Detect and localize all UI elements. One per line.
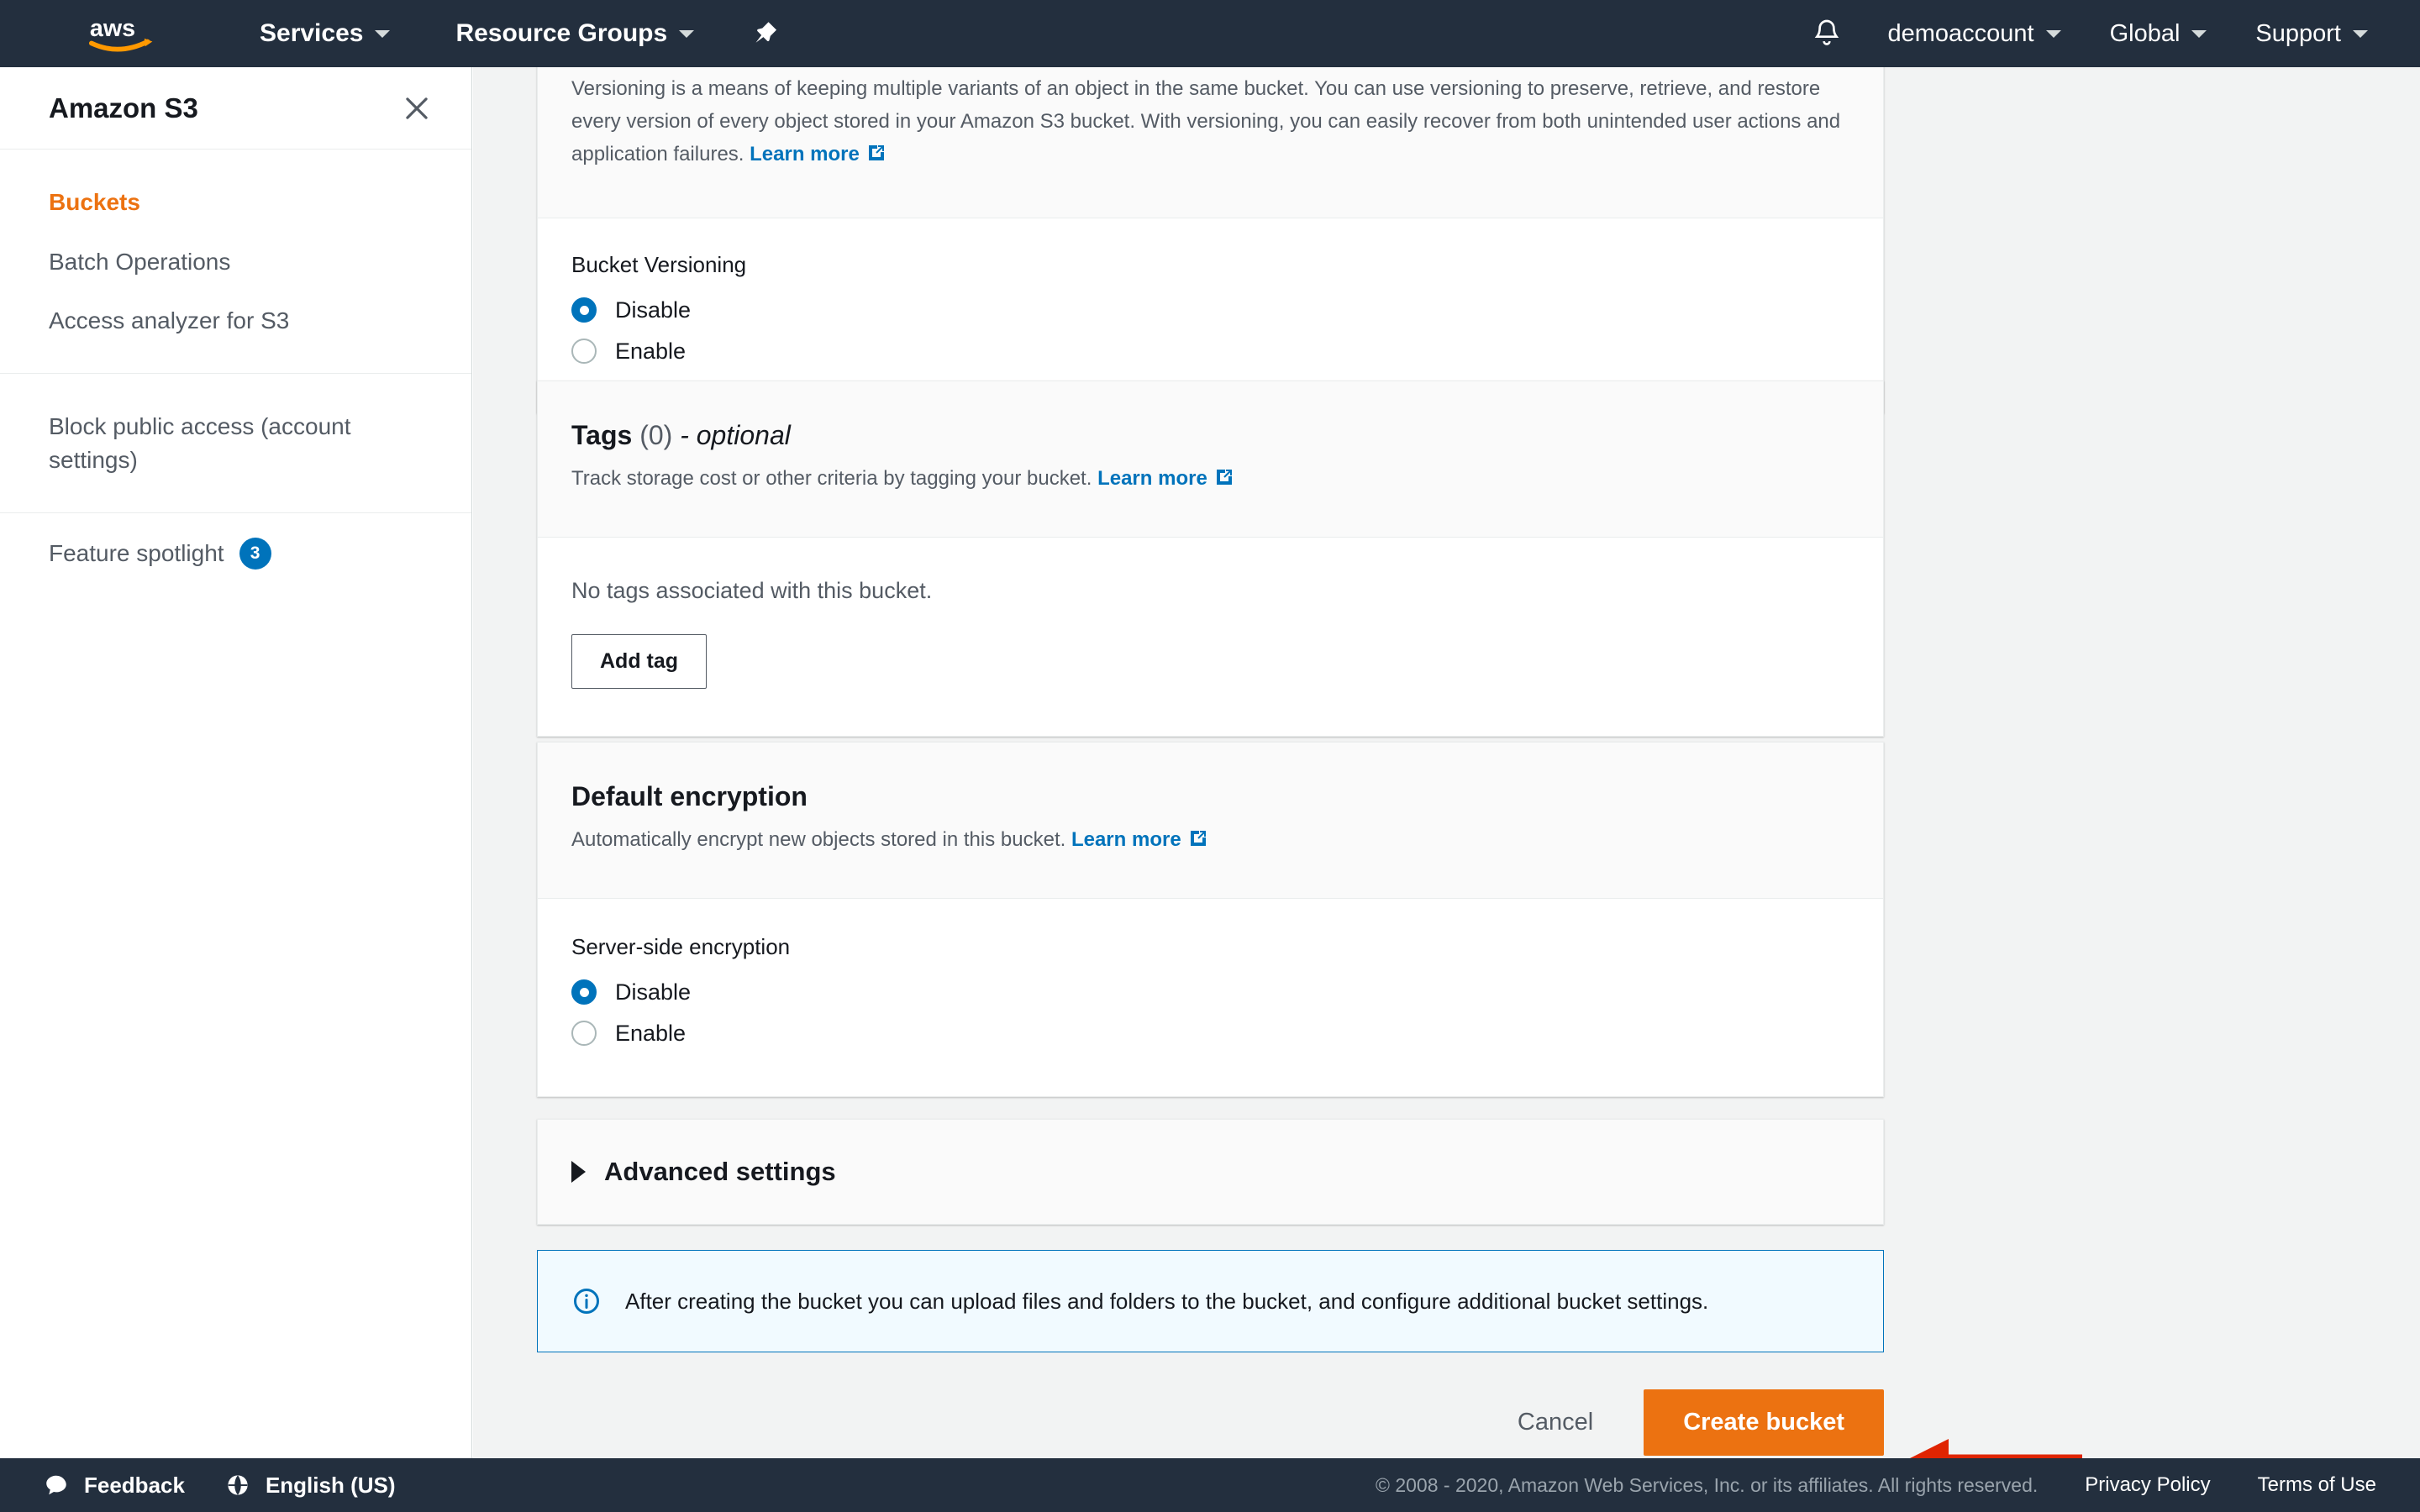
encryption-enable-label: Enable bbox=[615, 1020, 687, 1046]
nav-support-label: Support bbox=[2255, 19, 2341, 47]
bucket-versioning-label: Bucket Versioning bbox=[571, 251, 747, 277]
nav-services[interactable]: Services bbox=[260, 19, 391, 48]
chevron-right-icon bbox=[571, 1161, 586, 1183]
feature-spotlight-badge: 3 bbox=[239, 538, 271, 570]
nav-account-label: demoaccount bbox=[1887, 19, 2034, 47]
versioning-radio-disable[interactable]: Disable bbox=[571, 290, 1849, 331]
sidebar-item-access-analyzer[interactable]: Access analyzer for S3 bbox=[49, 291, 471, 351]
panel-advanced-settings[interactable]: Advanced settings bbox=[537, 1119, 1884, 1225]
language-label: English (US) bbox=[265, 1472, 396, 1498]
external-link-icon bbox=[1188, 827, 1208, 859]
form-actions: Cancel Create bucket bbox=[537, 1389, 1884, 1456]
nav-resource-groups[interactable]: Resource Groups bbox=[455, 19, 695, 48]
encryption-radio-enable[interactable]: Enable bbox=[571, 1013, 1849, 1054]
tags-title-text: Tags bbox=[571, 420, 633, 450]
nav-right-group: demoaccount Global Support bbox=[1810, 17, 2420, 50]
radio-indicator bbox=[571, 979, 597, 1005]
tags-learn-more-link[interactable]: Learn more bbox=[1097, 467, 1234, 490]
tags-description: Track storage cost or other criteria by … bbox=[571, 467, 1092, 490]
nav-resource-groups-label: Resource Groups bbox=[455, 19, 668, 47]
tags-empty-text: No tags associated with this bucket. bbox=[571, 577, 933, 603]
radio-indicator bbox=[571, 297, 597, 323]
nav-support-menu[interactable]: Support bbox=[2255, 20, 2368, 48]
add-tag-button[interactable]: Add tag bbox=[571, 633, 708, 689]
sidebar: Amazon S3 Buckets Batch Operations Acces… bbox=[0, 67, 472, 1475]
versioning-disable-label: Disable bbox=[615, 297, 692, 323]
nav-region-menu[interactable]: Global bbox=[2110, 20, 2207, 48]
encryption-description-row: Automatically encrypt new objects stored… bbox=[571, 824, 1849, 859]
encryption-learn-more-link[interactable]: Learn more bbox=[1071, 828, 1208, 851]
server-side-encryption-label: Server-side encryption bbox=[571, 933, 791, 959]
panel-default-encryption: Default encryption Automatically encrypt… bbox=[537, 742, 1884, 1097]
pushpin-icon[interactable] bbox=[751, 19, 780, 48]
info-circle-icon bbox=[571, 1286, 602, 1316]
nav-services-label: Services bbox=[260, 19, 364, 47]
top-navigation-bar: aws Services Resource Groups demoaccount… bbox=[0, 0, 2420, 67]
sidebar-item-feature-spotlight[interactable]: Feature spotlight 3 bbox=[49, 537, 471, 571]
info-banner-text: After creating the bucket you can upload… bbox=[625, 1288, 1709, 1314]
footer-left-group: Feedback English (US) bbox=[44, 1473, 396, 1499]
radio-indicator bbox=[571, 1021, 597, 1047]
external-link-icon bbox=[1214, 465, 1234, 498]
chevron-down-icon bbox=[2191, 29, 2207, 38]
chevron-down-icon bbox=[2353, 29, 2368, 38]
external-link-icon bbox=[866, 141, 886, 174]
nav-region-label: Global bbox=[2109, 19, 2181, 47]
sidebar-item-batch-operations[interactable]: Batch Operations bbox=[49, 233, 471, 292]
aws-logo[interactable]: aws bbox=[88, 14, 176, 53]
create-bucket-button[interactable]: Create bucket bbox=[1644, 1389, 1884, 1456]
encryption-disable-label: Disable bbox=[615, 979, 692, 1005]
sidebar-item-buckets[interactable]: Buckets bbox=[49, 173, 471, 233]
tags-optional-suffix: - optional bbox=[680, 420, 791, 450]
globe-icon bbox=[225, 1473, 250, 1498]
tags-count: (0) bbox=[639, 420, 673, 450]
tags-header: Tags (0) - optional Track storage cost o… bbox=[538, 381, 1883, 538]
radio-indicator bbox=[571, 339, 597, 365]
svg-text:aws: aws bbox=[90, 15, 135, 42]
sidebar-title: Amazon S3 bbox=[49, 92, 198, 123]
panel-tags: Tags (0) - optional Track storage cost o… bbox=[537, 381, 1884, 737]
versioning-learn-more-link[interactable]: Learn more bbox=[750, 143, 886, 165]
encryption-options-block: Server-side encryption Disable Enable bbox=[538, 898, 1883, 1096]
encryption-title: Default encryption bbox=[571, 781, 808, 811]
terms-of-use-link[interactable]: Terms of Use bbox=[2258, 1473, 2376, 1497]
chevron-down-icon bbox=[679, 29, 695, 38]
sidebar-header: Amazon S3 bbox=[0, 67, 471, 150]
sidebar-item-feature-spotlight-label: Feature spotlight bbox=[49, 539, 224, 566]
tags-title: Tags (0) - optional bbox=[571, 420, 1849, 451]
footer-bar: Feedback English (US) © 2008 - 2020, Ama… bbox=[0, 1458, 2420, 1512]
advanced-settings-toggle[interactable]: Advanced settings bbox=[571, 1157, 1849, 1187]
sidebar-group-primary: Buckets Batch Operations Access analyzer… bbox=[0, 150, 471, 373]
close-icon[interactable] bbox=[401, 92, 433, 124]
language-selector[interactable]: English (US) bbox=[225, 1473, 396, 1499]
cancel-button[interactable]: Cancel bbox=[1491, 1392, 1620, 1453]
nav-account-menu[interactable]: demoaccount bbox=[1887, 19, 2061, 48]
feedback-label: Feedback bbox=[84, 1472, 185, 1498]
footer-right-group: © 2008 - 2020, Amazon Web Services, Inc.… bbox=[1376, 1473, 2376, 1497]
encryption-description: Automatically encrypt new objects stored… bbox=[571, 828, 1066, 851]
chevron-down-icon bbox=[375, 29, 391, 38]
versioning-enable-label: Enable bbox=[615, 338, 687, 364]
tags-body: No tags associated with this bucket. Add… bbox=[538, 537, 1883, 736]
sidebar-group-spotlight: Feature spotlight 3 bbox=[0, 512, 471, 593]
sidebar-group-account: Block public access (account settings) bbox=[0, 372, 471, 512]
panel-bucket-versioning: Versioning is a means of keeping multipl… bbox=[537, 67, 1884, 413]
versioning-radio-enable[interactable]: Enable bbox=[571, 331, 1849, 372]
encryption-radio-disable[interactable]: Disable bbox=[571, 972, 1849, 1013]
speech-bubble-icon bbox=[44, 1473, 69, 1498]
versioning-description-block: Versioning is a means of keeping multipl… bbox=[538, 67, 1883, 218]
main-content: Versioning is a means of keeping multipl… bbox=[473, 67, 2420, 1475]
tags-description-row: Track storage cost or other criteria by … bbox=[571, 463, 1849, 498]
chevron-down-icon bbox=[2045, 29, 2061, 38]
advanced-settings-label: Advanced settings bbox=[604, 1157, 836, 1186]
copyright-text: © 2008 - 2020, Amazon Web Services, Inc.… bbox=[1376, 1473, 2039, 1496]
privacy-policy-link[interactable]: Privacy Policy bbox=[2085, 1473, 2210, 1497]
feedback-button[interactable]: Feedback bbox=[44, 1473, 185, 1499]
info-banner: After creating the bucket you can upload… bbox=[537, 1250, 1884, 1352]
sidebar-item-block-public-access[interactable]: Block public access (account settings) bbox=[49, 397, 471, 491]
encryption-header: Default encryption Automatically encrypt… bbox=[538, 743, 1883, 899]
notifications-bell-icon[interactable] bbox=[1810, 17, 1844, 50]
